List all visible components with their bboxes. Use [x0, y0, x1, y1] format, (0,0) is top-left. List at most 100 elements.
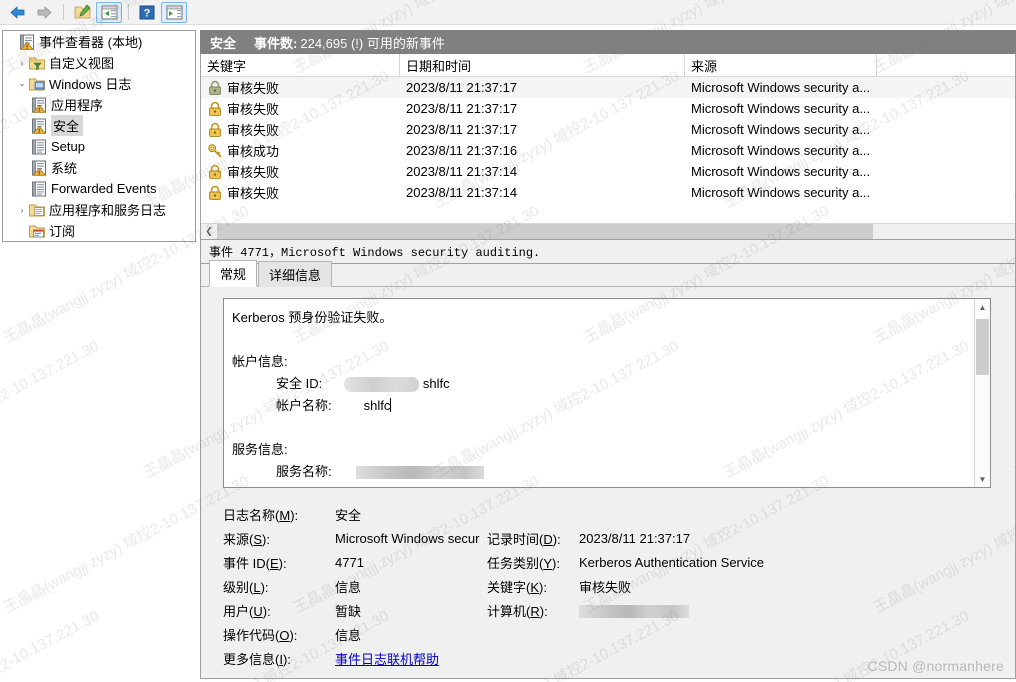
cell-text: 2023/8/11 21:37:17 [406, 101, 518, 116]
table-row[interactable]: 审核失败 2023/8/11 21:37:17 Microsoft Window… [201, 119, 1015, 140]
level-label: 级别(L): [223, 579, 269, 595]
column-header-source[interactable]: 来源 [685, 54, 877, 76]
description-vertical-scrollbar[interactable]: ▲ ▼ [974, 299, 990, 487]
log-warning-icon [32, 118, 47, 134]
logged-value: 2023/8/11 21:37:17 [579, 530, 691, 546]
event-list[interactable]: 关键字 日期和时间 来源 审核失败 2023/8/11 21:37:17 Mic… [200, 54, 1016, 240]
property-row-level: 级别(L): 信息 关键字(K): 审核失败 [223, 574, 991, 598]
column-header-keywords[interactable]: 关键字 [201, 54, 400, 76]
question-mark-icon: ? [139, 5, 155, 19]
action-pane-icon [166, 5, 182, 19]
tree-item-forwarded-events[interactable]: Forwarded Events [3, 178, 195, 199]
column-header-date-time[interactable]: 日期和时间 [400, 54, 685, 76]
twisty-none [5, 31, 19, 52]
arrow-left-icon [9, 5, 24, 19]
tree-item-subscriptions[interactable]: 订阅 [3, 220, 195, 241]
redacted-service-name [355, 466, 484, 480]
show-hide-action-pane-button[interactable] [161, 1, 187, 23]
property-row-source: 来源(S): Microsoft Windows secur 记录时间(D): … [223, 526, 991, 550]
lock-audit-failure-icon [209, 101, 221, 116]
tree-item-label: Windows 日志 [49, 77, 132, 92]
task-category-value: Kerberos Authentication Service [579, 554, 764, 570]
table-row[interactable]: 审核失败 2023/8/11 21:37:17 Microsoft Window… [201, 98, 1015, 119]
tree-item-setup[interactable]: Setup [3, 136, 195, 157]
event-log-online-help-link[interactable]: 事件日志联机帮助 [335, 652, 439, 667]
security-id-label: 安全 ID: [276, 376, 323, 391]
twisty-expanded-icon[interactable]: ⌄ [15, 73, 29, 94]
cell-text: Microsoft Windows security a... [691, 101, 871, 116]
column-header-extra[interactable] [877, 54, 1015, 76]
tree-item-windows-logs[interactable]: ⌄ Windows 日志 [3, 73, 195, 94]
table-row[interactable]: 审核失败 2023/8/11 21:37:14 Microsoft Window… [201, 182, 1015, 203]
cell-keywords: 审核成功 [201, 141, 400, 160]
tree-item-label: 事件查看器 (本地) [39, 35, 143, 50]
vertical-scrollbar-thumb[interactable] [976, 319, 989, 375]
scroll-up-arrow-icon[interactable]: ▲ [975, 299, 990, 315]
event-viewer-icon [20, 34, 34, 50]
key-audit-success-icon [208, 143, 222, 157]
cell-source: Microsoft Windows security a... [685, 122, 1015, 137]
tree-item-label: 自定义视图 [49, 56, 115, 71]
app-service-logs-folder-icon [29, 204, 45, 216]
cell-text: Microsoft Windows security a... [691, 164, 871, 179]
redacted-security-id [344, 377, 420, 393]
table-row[interactable]: 审核失败 2023/8/11 21:37:14 Microsoft Window… [201, 161, 1015, 182]
custom-views-folder-icon [29, 57, 45, 70]
back-button[interactable] [4, 2, 30, 23]
security-id-value: shlfc [422, 376, 450, 391]
cell-text: 审核失败 [227, 123, 280, 138]
table-row[interactable]: 审核失败 2023/8/11 21:37:17 Microsoft Window… [201, 77, 1015, 98]
csdn-credit: CSDN @normanhere [867, 658, 1004, 674]
cell-source: Microsoft Windows security a... [685, 143, 1015, 158]
tree-item-security[interactable]: 安全 [3, 115, 195, 136]
event-list-header: 关键字 日期和时间 来源 [201, 54, 1015, 77]
scroll-down-arrow-icon[interactable]: ▼ [975, 471, 990, 487]
properties-button[interactable] [69, 2, 95, 23]
table-row[interactable]: 审核成功 2023/8/11 21:37:16 Microsoft Window… [201, 140, 1015, 161]
help-button[interactable]: ? [134, 2, 160, 23]
tree-item-system[interactable]: 系统 [3, 157, 195, 178]
horizontal-scrollbar-thumb[interactable] [217, 224, 873, 239]
twisty-collapsed-icon[interactable]: › [15, 52, 29, 73]
scroll-left-arrow-icon[interactable]: ❮ [201, 224, 217, 239]
tree-item-label: 应用程序 [51, 98, 104, 113]
subscriptions-icon [29, 225, 45, 237]
property-row-user: 用户(U): 暂缺 计算机(R): [223, 598, 991, 622]
level-value: 信息 [335, 579, 362, 595]
account-name-value: shlfc [363, 398, 391, 413]
cell-date-time: 2023/8/11 21:37:17 [400, 80, 685, 95]
lock-audit-failure-icon [209, 164, 221, 179]
tab-general[interactable]: 常规 [209, 260, 258, 287]
cell-text: Microsoft Windows security a... [691, 143, 871, 158]
twisty-collapsed-icon[interactable]: › [15, 199, 29, 220]
cell-keywords: 审核失败 [201, 78, 400, 97]
tab-details[interactable]: 详细信息 [258, 261, 333, 287]
event-detail-pane: 常规 详细信息 Kerberos 预身份验证失败。 帐户信息: 安全 ID: s… [200, 260, 1016, 679]
cell-text: 2023/8/11 21:37:17 [406, 80, 518, 95]
results-pane: 安全 事件数: 224,695 (!) 可用的新事件 关键字 日期和时间 来源 [200, 30, 1016, 682]
toolbar: ? [0, 0, 1016, 25]
column-header-label: 关键字 [207, 58, 247, 74]
tree-item-application[interactable]: 应用程序 [3, 94, 195, 115]
event-list-horizontal-scrollbar[interactable]: ❮ [201, 223, 1015, 239]
event-description-box[interactable]: Kerberos 预身份验证失败。 帐户信息: 安全 ID: shlfc 帐户名… [223, 298, 991, 488]
tree-item-custom-views[interactable]: › 自定义视图 [3, 52, 195, 73]
log-name: 安全 [210, 35, 237, 51]
tree-item-event-viewer[interactable]: 事件查看器 (本地) [3, 31, 195, 52]
tree-item-applications-and-services-logs[interactable]: › 应用程序和服务日志 [3, 199, 195, 220]
tree-item-label: Forwarded Events [51, 181, 157, 196]
forward-button[interactable] [31, 2, 57, 23]
cell-text: 2023/8/11 21:37:14 [406, 185, 518, 200]
cell-text: 审核成功 [227, 144, 280, 159]
cell-date-time: 2023/8/11 21:37:14 [400, 185, 685, 200]
show-hide-tree-button[interactable] [96, 1, 122, 23]
lock-audit-failure-icon [209, 122, 221, 137]
text-caret [390, 398, 392, 412]
event-id-value: 4771 [335, 554, 364, 570]
event-viewer-window: ? 事件查看器 (本地) › 自定义视图 ⌄ Windows 日志 应用程序 安… [0, 0, 1016, 682]
more-information-link[interactable]: 事件日志联机帮助 [335, 649, 487, 668]
console-tree-pane[interactable]: 事件查看器 (本地) › 自定义视图 ⌄ Windows 日志 应用程序 安全 … [2, 30, 196, 242]
event-count-value: 224,695 (!) 可用的新事件 [300, 35, 445, 51]
cell-text: 审核失败 [227, 102, 280, 117]
account-name-label: 帐户名称: [276, 398, 332, 413]
